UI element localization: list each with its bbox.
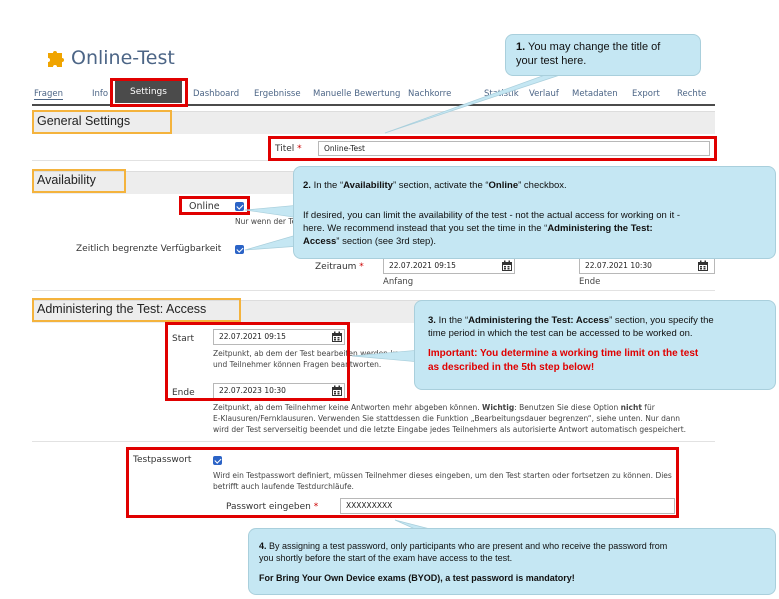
callout-3: 3. In the “Administering the Test: Acces…	[414, 300, 776, 390]
callout-4: 4. By assigning a test password, only pa…	[248, 528, 776, 595]
callout-2: 2. In the “Availability” section, activa…	[293, 166, 776, 259]
callout-1: 1. You may change the title of your test…	[505, 34, 701, 76]
